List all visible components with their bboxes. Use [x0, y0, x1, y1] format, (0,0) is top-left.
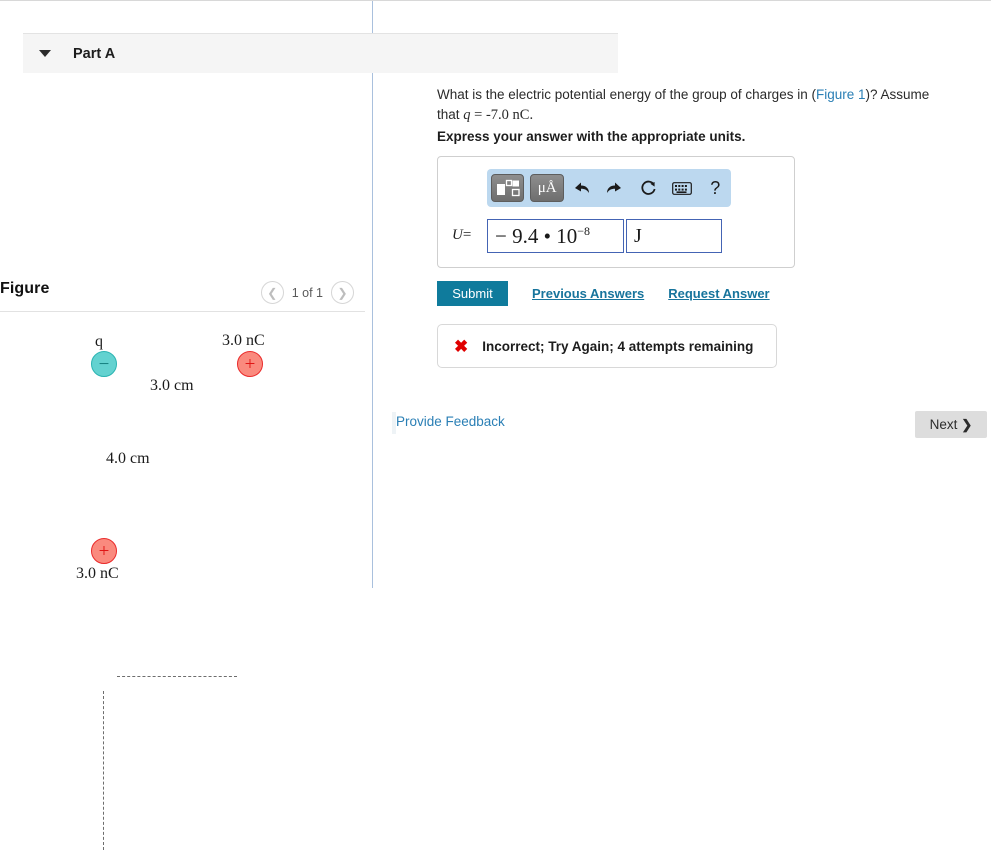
charge-sign-positive-bottom: + [98, 540, 110, 562]
previous-answers-link[interactable]: Previous Answers [532, 286, 644, 301]
charge-positive-right: + [237, 351, 263, 377]
part-a-header[interactable]: Part A [23, 33, 618, 73]
figure-next-button[interactable]: ❯ [331, 281, 354, 304]
feedback-banner: ✖ Incorrect; Try Again; 4 attempts remai… [437, 324, 777, 368]
question-text-pre: What is the electric potential energy of… [437, 87, 816, 102]
question-equation: = -7.0 nC. [470, 106, 534, 123]
charge-sign-negative: − [98, 353, 110, 375]
redo-icon-glyph [607, 182, 622, 193]
question-variable-q: q [463, 106, 471, 123]
figure-divider [0, 311, 365, 312]
reset-icon-glyph [641, 180, 656, 195]
dashed-line-vertical [103, 691, 104, 850]
answer-value-text: − 9.4 • 10−8 [495, 224, 590, 249]
redo-icon[interactable] [599, 173, 630, 203]
dashed-line-horizontal [117, 676, 237, 677]
help-icon[interactable]: ? [700, 173, 731, 203]
charge-label-bottom: 3.0 nC [76, 565, 119, 582]
answer-unit-text: J [634, 224, 642, 247]
submit-button[interactable]: Submit [437, 281, 508, 306]
keyboard-icon[interactable] [666, 173, 697, 203]
part-a-title: Part A [73, 45, 116, 62]
figure-pane: Figure ❮ 1 of 1 ❯ q − 3.0 nC + 3.0 cm 4.… [0, 1, 372, 850]
provide-feedback-link[interactable]: Provide Feedback [396, 414, 505, 429]
charge-label-q: q [95, 333, 103, 350]
figure-prev-button[interactable]: ❮ [260, 281, 284, 304]
units-micro-angstrom-icon[interactable]: μÅ [530, 174, 564, 202]
express-units-instruction: Express your answer with the appropriate… [437, 129, 746, 144]
answer-value-input[interactable]: − 9.4 • 10−8 [487, 219, 624, 253]
chevron-down-icon[interactable] [39, 50, 51, 57]
charge-diagram: q − 3.0 nC + 3.0 cm 4.0 cm + 3.0 nC [0, 313, 372, 850]
answer-variable-label: U= [452, 227, 471, 244]
answer-variable: U [452, 227, 463, 243]
units-label: μÅ [537, 179, 557, 196]
dimension-label-horizontal: 3.0 cm [150, 377, 194, 394]
undo-icon-glyph [575, 182, 590, 193]
feedback-message: Incorrect; Try Again; 4 attempts remaini… [482, 338, 754, 354]
answer-entry-box: μÅ ? U= − 9.4 • 10−8 J [437, 156, 795, 268]
undo-icon[interactable] [566, 173, 597, 203]
keyboard-icon-glyph [671, 181, 692, 195]
figure-1-link[interactable]: Figure 1 [816, 87, 866, 102]
next-button[interactable]: Next ❯ [915, 411, 987, 438]
submit-row: Submit Previous Answers Request Answer [437, 281, 770, 306]
question-text: What is the electric potential energy of… [437, 86, 947, 125]
chevron-right-icon: ❯ [961, 416, 973, 432]
template-icon-glyph [496, 179, 520, 197]
answer-equals: = [462, 227, 472, 243]
charge-negative: − [91, 351, 117, 377]
charge-sign-positive-right: + [244, 353, 256, 375]
figure-navigation: ❮ 1 of 1 ❯ [260, 281, 354, 304]
charge-positive-bottom: + [91, 538, 117, 564]
reset-icon[interactable] [633, 173, 664, 203]
charge-label-right: 3.0 nC [222, 332, 265, 349]
answer-toolbar: μÅ ? [487, 169, 731, 207]
figure-panel-title: Figure [0, 280, 50, 297]
request-answer-link[interactable]: Request Answer [668, 286, 769, 301]
template-icon[interactable] [491, 174, 525, 202]
next-button-label: Next [929, 417, 958, 432]
answer-unit-input[interactable]: J [626, 219, 722, 253]
error-x-icon: ✖ [454, 336, 469, 356]
figure-counter: 1 of 1 [291, 285, 323, 300]
answer-value-mantissa: − 9.4 • 10 [495, 223, 578, 248]
dimension-label-vertical: 4.0 cm [106, 450, 150, 467]
answer-value-exponent: −8 [577, 223, 590, 238]
